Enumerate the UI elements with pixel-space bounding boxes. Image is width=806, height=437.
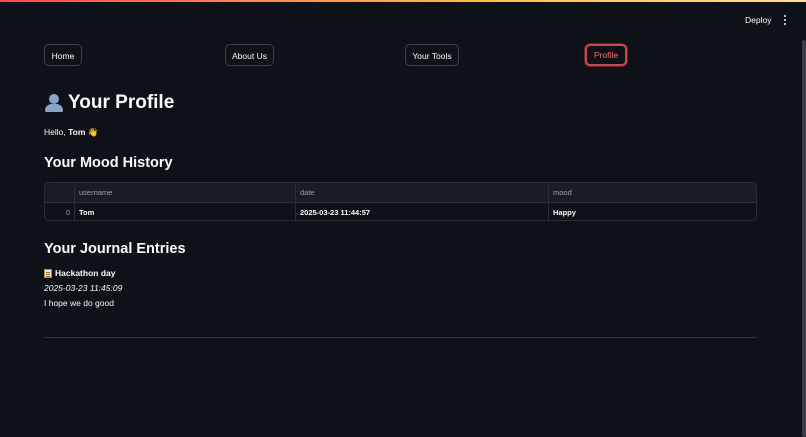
vertical-ellipsis-icon[interactable] [780,15,790,27]
memo-icon [44,268,52,278]
header-date[interactable]: date [295,183,548,202]
table-row[interactable]: 0 Tom 2025-03-23 11:44:57 Happy [45,203,756,220]
cell-username[interactable]: Tom [74,203,295,220]
waving-hand-icon: 👋 [87,127,99,137]
greeting-prefix: Hello, [44,127,69,137]
journal-entry-date: 2025-03-23 11:45:09 [44,283,123,293]
greeting-name: Tom [68,127,86,137]
nav-home-button[interactable]: Home [44,44,82,66]
journal-entries-title: Your Journal Entries [44,241,186,257]
scrollbar[interactable] [802,40,806,437]
mood-history-table[interactable]: username date mood 0 Tom 2025-03-23 11:4… [44,182,757,221]
table-header-row: username date mood [45,183,756,203]
cell-date[interactable]: 2025-03-23 11:44:57 [295,203,548,220]
header-username[interactable]: username [74,183,295,202]
nav-profile-button[interactable]: Profile [585,44,627,66]
page-title-text: Your Profile [68,92,175,113]
divider [44,337,757,338]
nav-your-tools-button[interactable]: Your Tools [405,44,459,66]
header-mood[interactable]: mood [548,183,756,202]
user-silhouette-icon [44,93,64,113]
header-index [45,183,74,202]
journal-entry-text: I hope we do good [44,298,114,308]
row-index: 0 [65,208,70,217]
deploy-button[interactable]: Deploy [745,15,771,25]
mood-history-title: Your Mood History [44,155,173,171]
greeting: Hello, Tom 👋 [44,127,98,138]
cell-mood[interactable]: Happy [548,203,756,220]
journal-entry-title: Hackathon day [44,268,115,278]
nav-about-us-button[interactable]: About Us [225,44,274,66]
app-header: Deploy [0,0,806,40]
journal-entry-title-text: Hackathon day [55,268,116,278]
page-title: Your Profile [44,92,174,114]
